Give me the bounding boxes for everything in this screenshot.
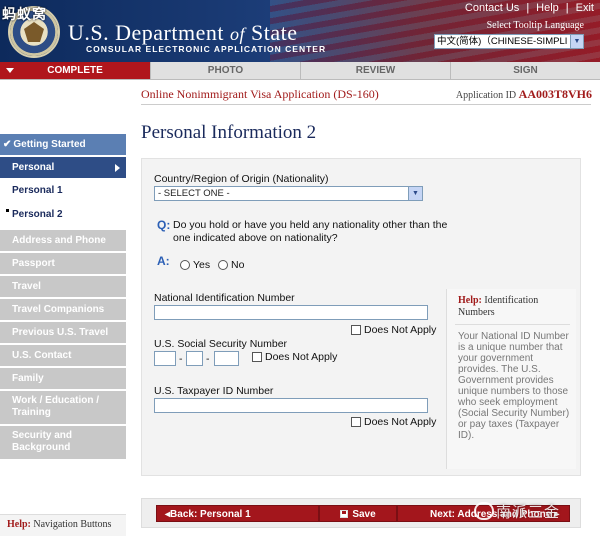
ssn-does-not-apply-checkbox[interactable] [252,352,262,362]
department-title: U.S. Department of State [68,20,297,46]
national-id-input[interactable] [154,305,428,320]
taxpayer-id-label: U.S. Taxpayer ID Number [154,385,274,397]
sidebar-item-address-phone[interactable]: Address and Phone [0,230,126,251]
national-id-label: National Identification Number [154,292,295,304]
taxpayer-id-input[interactable] [154,398,428,413]
form-panel: Country/Region of Origin (Nationality) -… [141,158,581,476]
sidebar-item-security[interactable]: Security and Background [0,426,126,459]
sidebar-item-passport[interactable]: Passport [0,253,126,274]
national-id-does-not-apply-label: Does Not Apply [364,324,437,336]
nationality-label: Country/Region of Origin (Nationality) [154,173,329,185]
divider [141,104,591,105]
wechat-icon [474,502,494,520]
eagle-icon [24,22,44,42]
other-nationality-no-radio[interactable] [218,260,228,270]
no-label: No [231,259,245,271]
national-id-does-not-apply-checkbox[interactable] [351,325,361,335]
back-button[interactable]: ◂Back: Personal 1 [156,505,319,522]
answer-marker: A: [157,254,170,268]
help-title: Help: Identification Numbers [458,295,539,318]
sidebar-item-personal-2[interactable]: Personal 2 [0,204,126,228]
sidebar-item-getting-started[interactable]: ✔ Getting Started [0,134,126,155]
save-icon [340,510,349,518]
sidebar-item-family[interactable]: Family [0,368,126,389]
step-complete[interactable]: COMPLETE [0,62,151,79]
application-id: Application ID AA003T8VH6 [455,87,592,101]
language-select[interactable]: 中文(简体)（CHINESE-SIMPLI ▼ [434,34,584,49]
site-header: 蚂蚁窝 U.S. Department of State CONSULAR EL… [0,0,600,62]
question-marker: Q: [157,218,171,232]
page-title: Personal Information 2 [141,122,317,143]
ssn-part1-input[interactable] [154,351,176,366]
progress-steps: COMPLETE PHOTO REVIEW SIGN [0,62,600,80]
ssn-part3-input[interactable] [214,351,239,366]
ssn-label: U.S. Social Security Number [154,338,288,350]
other-nationality-yes-radio[interactable] [180,260,190,270]
title-of: of [229,24,245,44]
step-sign[interactable]: SIGN [451,62,600,79]
title-state: State [250,20,298,45]
save-button[interactable]: Save [319,505,397,522]
caret-right-icon [115,164,120,172]
sidebar-item-travel[interactable]: Travel [0,276,126,297]
title-main: U.S. Department [68,20,224,45]
step-photo[interactable]: PHOTO [151,62,301,79]
tooltip-language-label: Select Tooltip Language [486,20,584,31]
sidebar-help: Help: Navigation Buttons [0,514,126,536]
exit-link[interactable]: Exit [576,2,594,14]
ssn-part2-input[interactable] [186,351,203,366]
sidebar-item-us-contact[interactable]: U.S. Contact [0,345,126,366]
yes-label: Yes [193,259,211,271]
taxpayer-does-not-apply-checkbox[interactable] [351,417,361,427]
sidebar-item-work-education[interactable]: Work / Education / Training [0,391,126,424]
ssn-dash: - [179,353,183,365]
chevron-down-icon[interactable]: ▼ [570,35,583,48]
chevron-down-icon[interactable]: ▼ [408,187,422,200]
sidebar-item-previous-travel[interactable]: Previous U.S. Travel [0,322,126,343]
nationality-select[interactable]: - SELECT ONE - ▼ [154,186,423,201]
checkmark-icon: ✔ [3,139,12,150]
divider [455,324,570,325]
ssn-dash: - [206,353,210,365]
watermark-bottom: 南派三金 [496,503,561,521]
other-nationality-question: Do you hold or have you held any nationa… [173,219,448,244]
help-box-identification: Help: Identification Numbers Your Nation… [446,289,576,469]
watermark-text: 蚂蚁窝 [2,7,47,23]
sidebar-item-travel-companions[interactable]: Travel Companions [0,299,126,320]
ssn-does-not-apply-label: Does Not Apply [265,351,338,363]
sidebar-item-personal-1[interactable]: Personal 1 [0,180,126,202]
help-link[interactable]: Help [536,2,559,14]
application-title: Online Nonimmigrant Visa Application (DS… [141,87,379,101]
current-bullet-icon [6,209,9,212]
language-value: 中文(简体)（CHINESE-SIMPLI [437,36,568,47]
help-text: Your National ID Number is a unique numb… [458,331,570,441]
sidebar-item-personal[interactable]: Personal [0,157,126,178]
contact-us-link[interactable]: Contact Us [465,2,519,14]
sidebar-nav: ✔ Getting Started Personal Personal 1 Per… [0,134,126,461]
top-links: Contact Us | Help | Exit [464,2,594,14]
caret-down-icon [6,68,14,73]
department-subtitle: CONSULAR ELECTRONIC APPLICATION CENTER [86,44,327,54]
nationality-value: - SELECT ONE - [158,188,230,199]
step-review[interactable]: REVIEW [301,62,451,79]
taxpayer-does-not-apply-label: Does Not Apply [364,416,437,428]
